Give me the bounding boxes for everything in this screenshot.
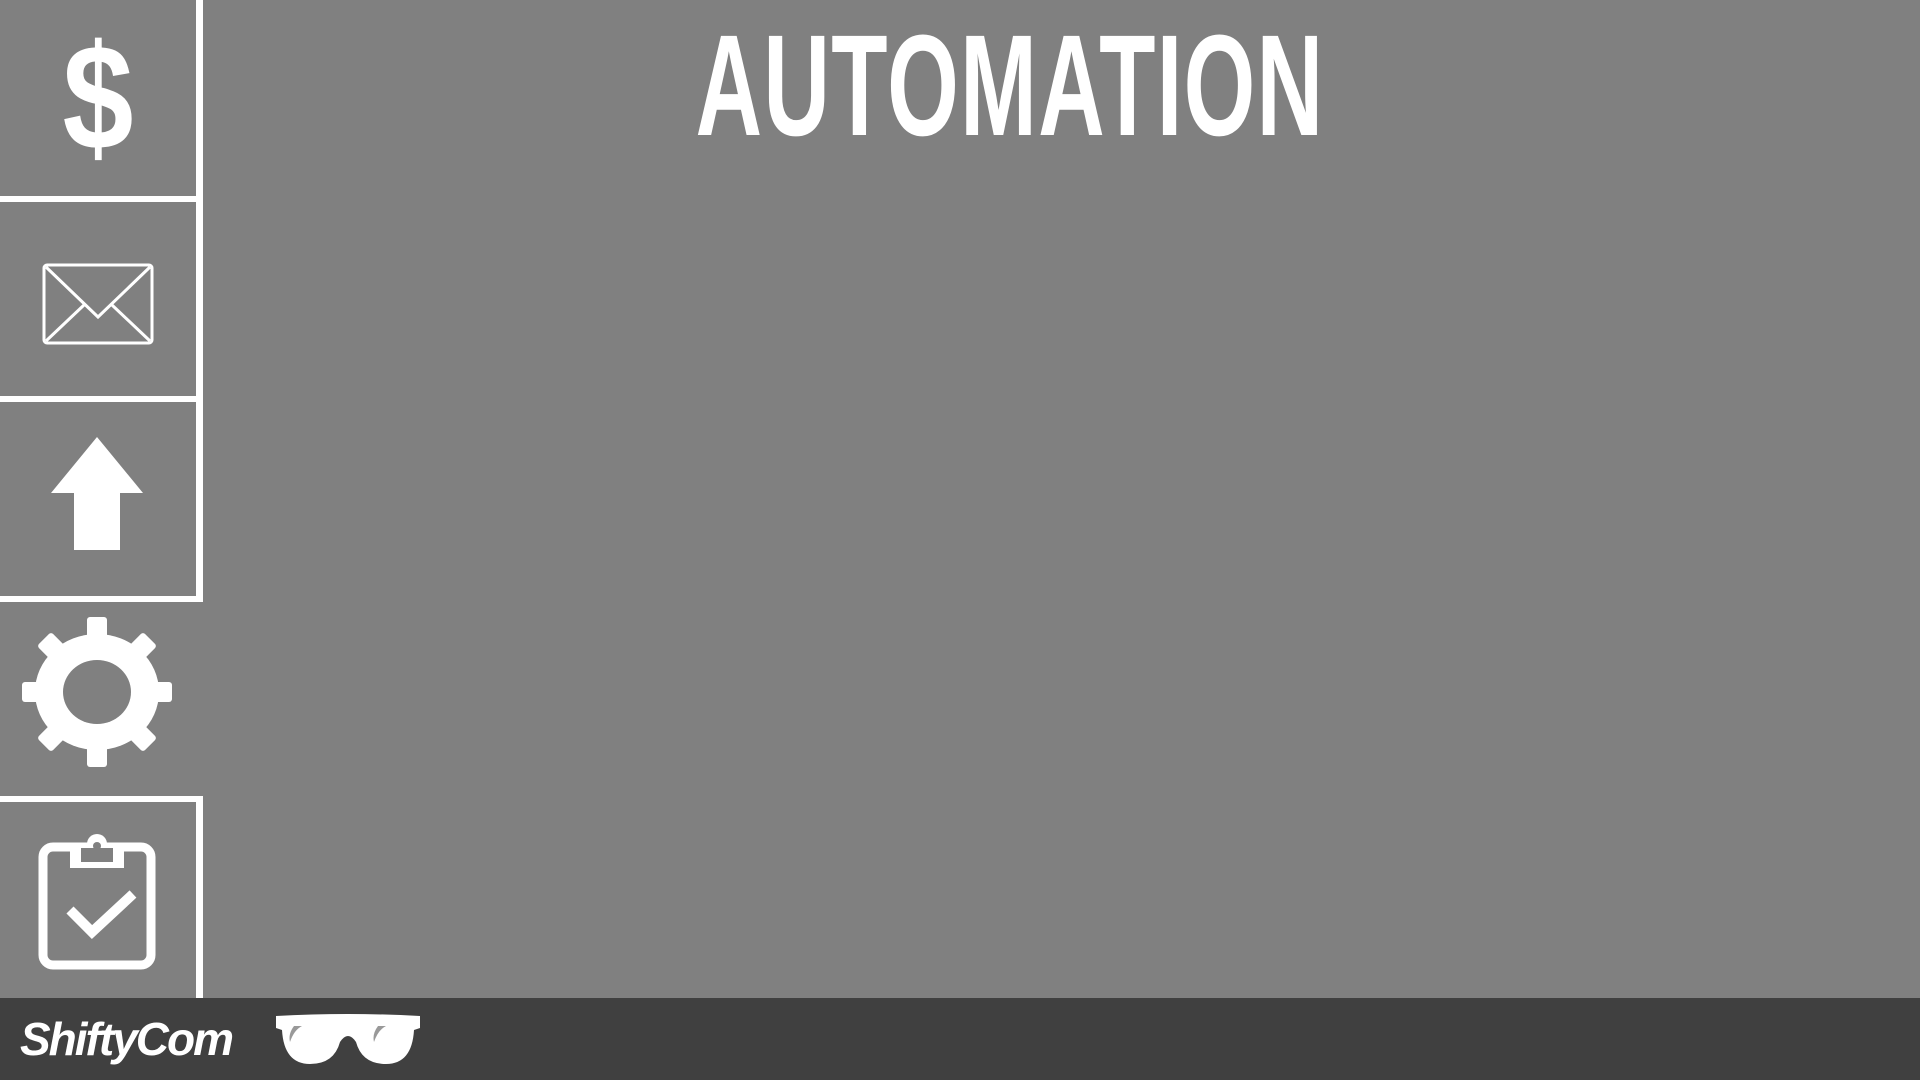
sidebar-item-mail[interactable] [0,202,203,402]
page-title: AUTOMATION [695,5,1325,166]
footer-bar: ShiftyCom [0,998,1920,1080]
sidebar-item-tasks[interactable] [0,796,203,998]
envelope-icon [42,263,154,345]
sidebar-item-settings[interactable] [0,602,196,796]
sidebar-item-billing[interactable]: $ [0,0,203,202]
brand-logo-text: ShiftyCom [20,1013,234,1065]
dollar-icon: $ [62,13,134,181]
gear-icon [22,617,172,767]
sunglasses-icon [276,1014,420,1064]
clipboard-check-icon [38,834,156,970]
sidebar-item-upload[interactable] [0,402,203,602]
upload-arrow-icon [51,437,143,550]
